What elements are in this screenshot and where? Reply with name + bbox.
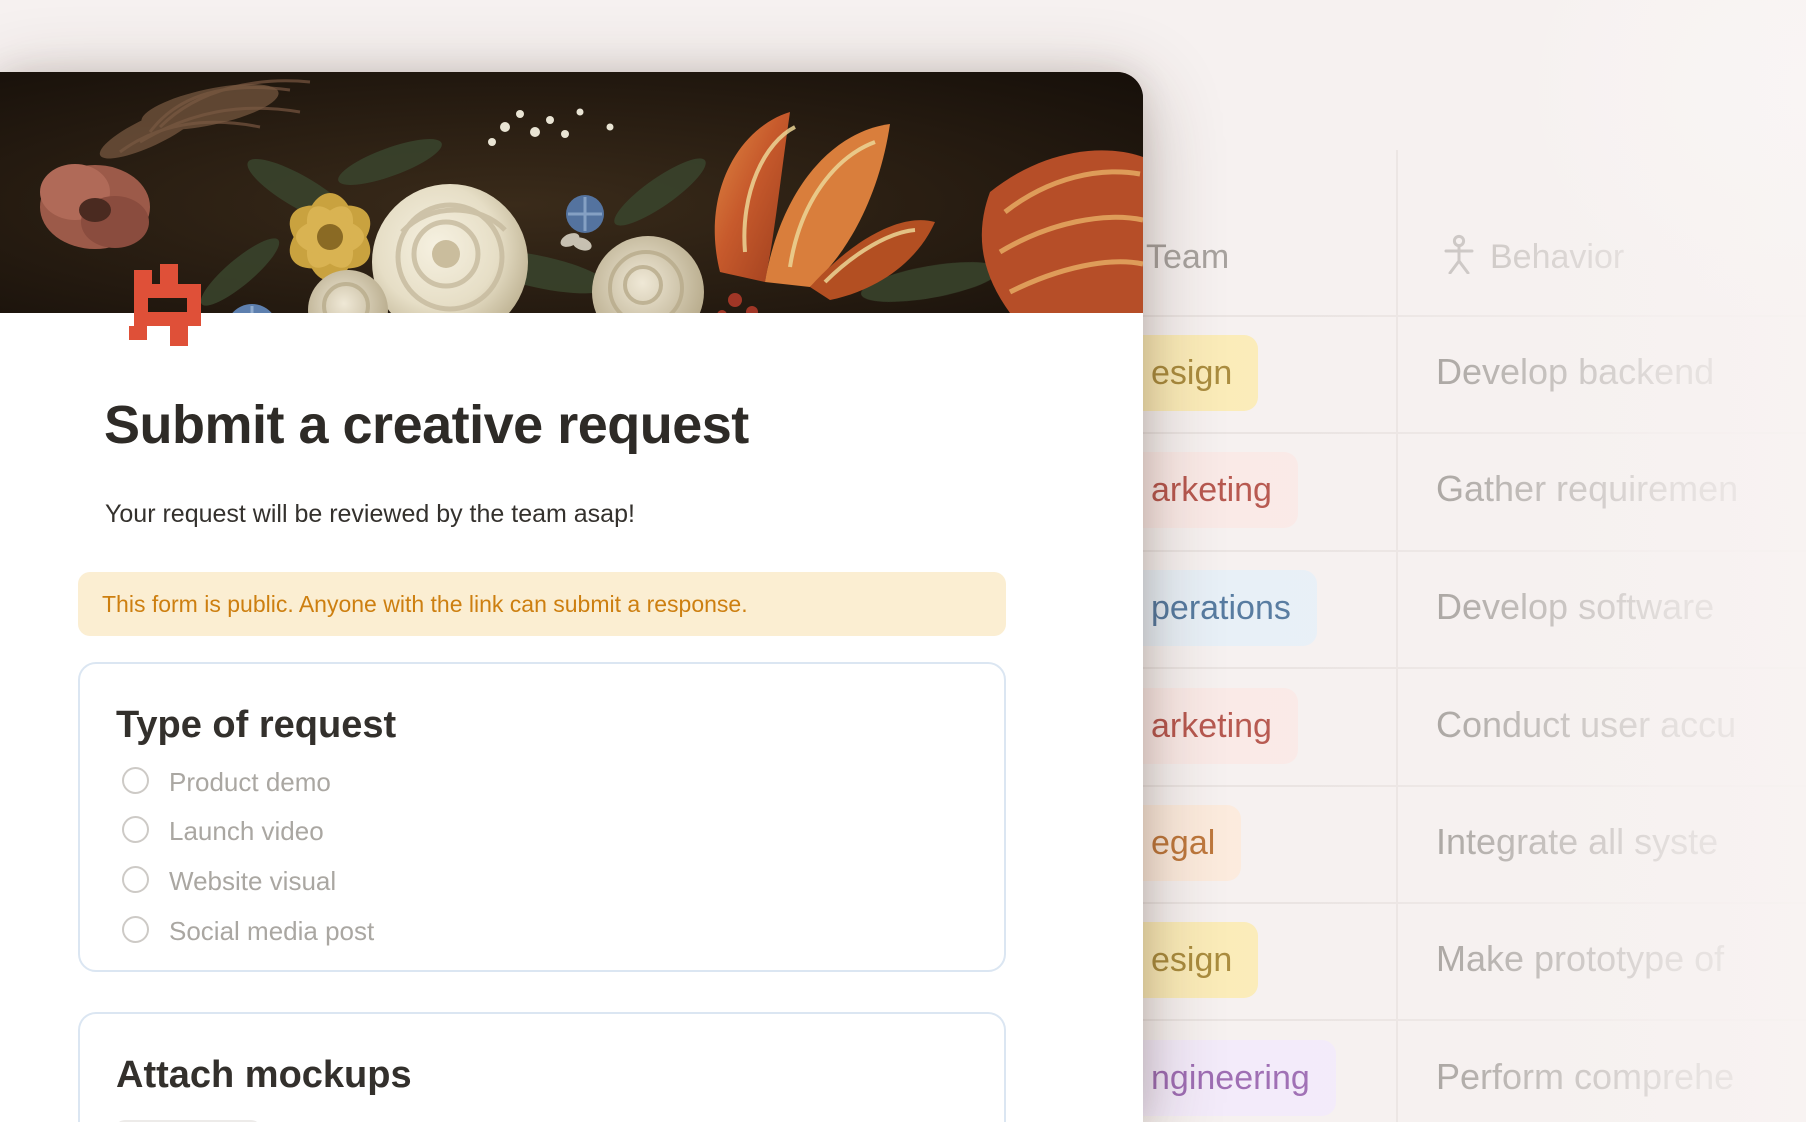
behavior-cell[interactable]: Perform comprehe: [1436, 1056, 1734, 1098]
behavior-cell[interactable]: Gather requiremen: [1436, 468, 1738, 510]
form-subtitle: Your request will be reviewed by the tea…: [105, 500, 635, 528]
column-header-team[interactable]: Team: [1146, 238, 1229, 277]
question-heading: Type of request: [116, 704, 397, 746]
question-card-attach-mockups: Attach mockups: [78, 1012, 1006, 1122]
behavior-cell[interactable]: Develop backend: [1436, 351, 1714, 393]
screen: Team Behavior esign Develop backend arke…: [0, 0, 1806, 1122]
form-panel: Submit a creative request Your request w…: [0, 72, 1143, 1122]
form-title: Submit a creative request: [104, 395, 749, 455]
radio-option-label: Product demo: [169, 767, 331, 797]
radio-option-label: Launch video: [169, 816, 324, 846]
person-icon: [1444, 234, 1474, 274]
radio-option-label: Website visual: [169, 866, 337, 896]
team-tag[interactable]: esign: [1143, 922, 1259, 998]
radio-button[interactable]: [122, 767, 149, 794]
row-divider: [1143, 785, 1806, 787]
behavior-cell[interactable]: Develop software: [1436, 586, 1714, 628]
team-tag[interactable]: arketing: [1143, 688, 1298, 764]
radio-option-label: Social media post: [169, 916, 375, 946]
question-card-type-of-request: Type of request Product demo Launch vide…: [78, 662, 1006, 972]
radio-button[interactable]: [122, 816, 149, 843]
column-header-behavior[interactable]: Behavior: [1490, 238, 1624, 277]
row-divider: [1143, 315, 1806, 317]
castle-frame-logo-icon: [129, 264, 201, 346]
public-form-notice: This form is public. Anyone with the lin…: [78, 572, 1006, 636]
behavior-cell[interactable]: Make prototype of: [1436, 938, 1724, 980]
row-divider: [1143, 902, 1806, 904]
team-tag[interactable]: ngineering: [1143, 1040, 1336, 1116]
team-tag[interactable]: arketing: [1143, 452, 1298, 528]
team-tag[interactable]: perations: [1143, 570, 1317, 646]
team-tag[interactable]: esign: [1143, 335, 1259, 411]
row-divider: [1143, 550, 1806, 552]
radio-button[interactable]: [122, 866, 149, 893]
behavior-cell[interactable]: Integrate all syste: [1436, 821, 1718, 863]
row-divider: [1143, 667, 1806, 669]
column-divider: [1396, 150, 1398, 1122]
row-divider: [1143, 432, 1806, 434]
question-heading: Attach mockups: [116, 1054, 412, 1096]
team-tag[interactable]: egal: [1143, 805, 1242, 881]
row-divider: [1143, 1019, 1806, 1021]
behavior-cell[interactable]: Conduct user accu: [1436, 704, 1736, 746]
radio-button[interactable]: [122, 916, 149, 943]
